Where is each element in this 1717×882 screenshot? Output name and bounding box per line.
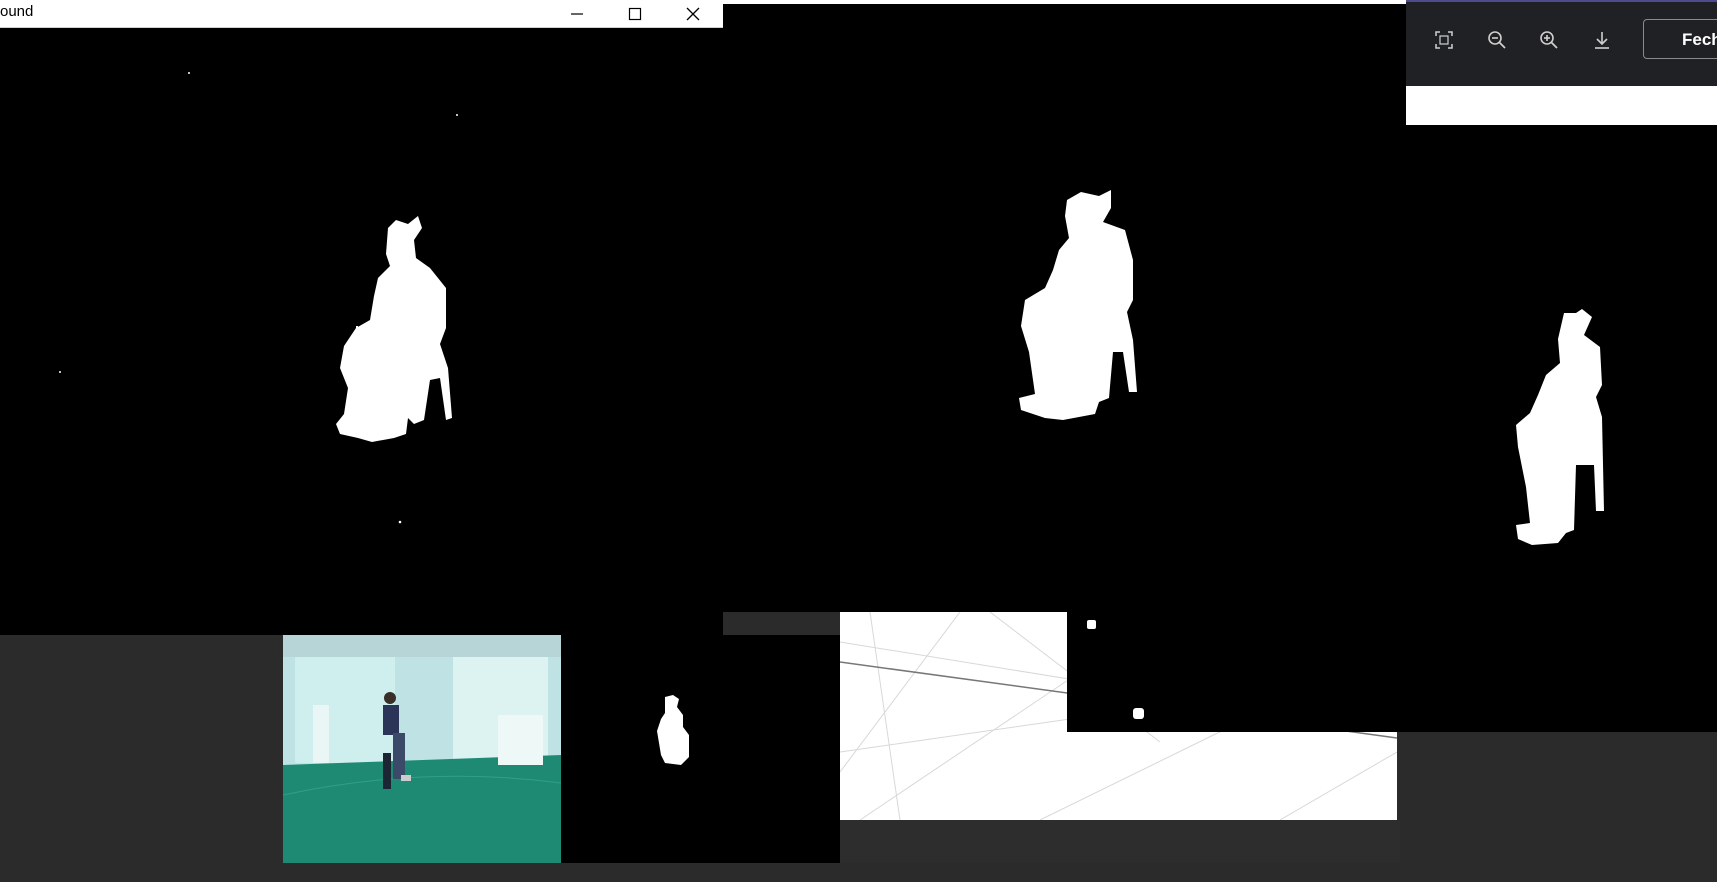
viewer-silhouette [1516, 309, 1604, 545]
close-window-button[interactable] [664, 0, 722, 27]
keypoint-mask-view [1067, 612, 1717, 732]
minimize-button[interactable] [548, 0, 606, 27]
window-title: ound [0, 3, 34, 20]
viewer-header-band [1406, 86, 1717, 125]
mask-window: ound [0, 0, 723, 635]
image-viewer: Fecha [1406, 0, 1717, 612]
close-icon [686, 7, 700, 20]
fit-screen-icon[interactable] [1431, 27, 1457, 53]
rgb-scene [283, 635, 561, 863]
maximize-icon [628, 7, 642, 20]
noisy-silhouette-mask [59, 72, 458, 524]
rgb-camera-frame [283, 635, 561, 863]
clean-silhouette-mask [1019, 190, 1137, 420]
download-icon[interactable] [1589, 27, 1615, 53]
maximize-button[interactable] [606, 0, 664, 27]
small-silhouette [657, 695, 689, 765]
clean-mask-window [723, 0, 1407, 612]
viewer-accent-bar [1406, 0, 1717, 2]
zoom-out-icon[interactable] [1484, 27, 1510, 53]
zoom-in-icon[interactable] [1536, 27, 1562, 53]
minimize-icon [571, 12, 583, 15]
viewer-toolbar: Fecha [1406, 0, 1717, 86]
background-taskbar [840, 820, 1400, 863]
small-silhouette-mask [561, 635, 840, 863]
window-titlebar[interactable]: ound [0, 0, 723, 28]
close-viewer-button[interactable]: Fecha [1643, 19, 1717, 59]
keypoint-dots [1087, 620, 1144, 719]
